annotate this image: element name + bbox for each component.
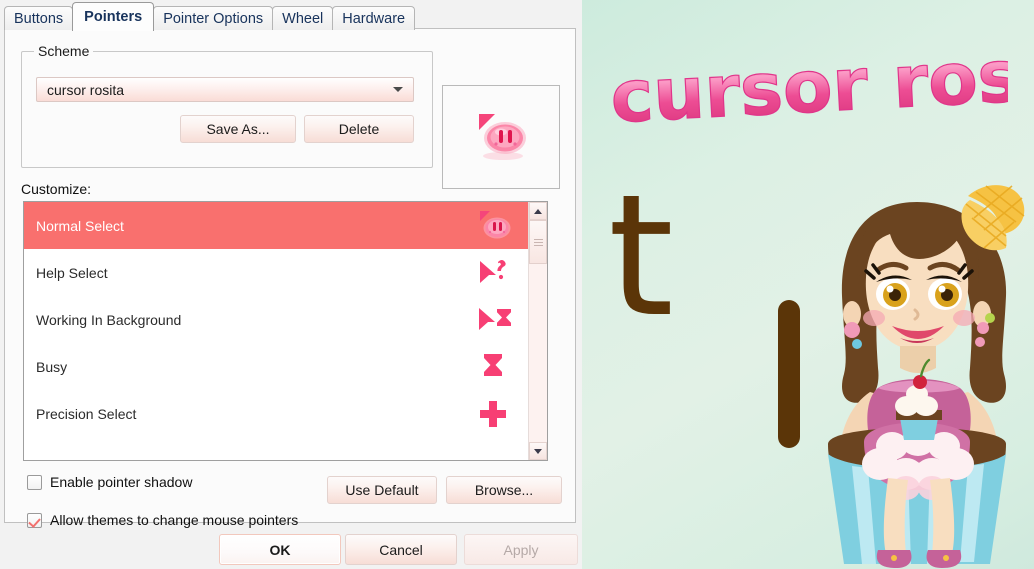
scheme-groupbox-legend: Scheme bbox=[34, 43, 94, 59]
arrow-question-cursor-icon bbox=[476, 256, 510, 290]
tab-strip: Buttons Pointers Pointer Options Wheel H… bbox=[4, 2, 416, 31]
dialog-button-bar: OK Cancel Apply bbox=[0, 532, 582, 569]
browse-label: Browse... bbox=[474, 482, 534, 498]
hourglass-cursor-icon bbox=[476, 350, 510, 384]
apply-button: Apply bbox=[464, 534, 578, 565]
pink-pig-cursor-icon bbox=[471, 108, 533, 171]
browse-button[interactable]: Browse... bbox=[446, 476, 562, 504]
tab-wheel-label: Wheel bbox=[282, 10, 324, 27]
ok-button[interactable]: OK bbox=[219, 534, 341, 565]
list-item[interactable]: Normal Select bbox=[24, 202, 528, 249]
apply-label: Apply bbox=[503, 541, 539, 558]
scheme-combobox-value: cursor rosita bbox=[47, 81, 125, 98]
use-default-label: Use Default bbox=[345, 482, 419, 498]
cursor-list[interactable]: Normal Select Help Select Working In Bac… bbox=[23, 201, 548, 461]
tab-pointers[interactable]: Pointers bbox=[72, 2, 155, 31]
cancel-label: Cancel bbox=[379, 541, 423, 558]
scrollbar-thumb[interactable] bbox=[529, 220, 547, 264]
cross-cursor-icon bbox=[476, 397, 510, 431]
cupcake-girl-illustration bbox=[800, 178, 1034, 569]
allow-themes-checkbox[interactable] bbox=[27, 512, 42, 528]
tab-hardware[interactable]: Hardware bbox=[332, 6, 416, 30]
scroll-up-button[interactable] bbox=[529, 202, 547, 220]
delete-label: Delete bbox=[338, 121, 380, 137]
tab-buttons[interactable]: Buttons bbox=[4, 6, 74, 30]
tab-pointer-options-label: Pointer Options bbox=[163, 10, 264, 27]
enable-pointer-shadow-label: Enable pointer shadow bbox=[50, 474, 193, 490]
tab-hardware-label: Hardware bbox=[342, 10, 406, 27]
save-as-button[interactable]: Save As... bbox=[180, 115, 296, 143]
scrollbar-grip-icon bbox=[533, 237, 543, 248]
screenshot-root: Buttons Pointers Pointer Options Wheel H… bbox=[0, 0, 1034, 569]
tab-pointer-options[interactable]: Pointer Options bbox=[153, 6, 274, 30]
pointers-tab-panel: Scheme cursor rosita Save As... Delete C… bbox=[4, 28, 576, 528]
pink-pig-cursor-icon bbox=[476, 209, 511, 243]
list-item[interactable]: Working In Background bbox=[24, 296, 528, 343]
list-item-label: Busy bbox=[36, 358, 68, 375]
cursor-list-scrollbar[interactable] bbox=[528, 202, 547, 460]
chevron-up-icon bbox=[534, 208, 542, 214]
scheme-groupbox: Scheme cursor rosita Save As... Delete bbox=[21, 43, 433, 168]
delete-button[interactable]: Delete bbox=[304, 115, 414, 143]
scheme-combobox[interactable]: cursor rosita bbox=[36, 77, 414, 102]
list-item-label: Normal Select bbox=[36, 217, 124, 234]
list-item-label: Help Select bbox=[36, 264, 108, 281]
enable-pointer-shadow-row[interactable]: Enable pointer shadow bbox=[27, 474, 192, 490]
enable-pointer-shadow-checkbox[interactable] bbox=[27, 474, 42, 490]
tab-wheel[interactable]: Wheel bbox=[272, 6, 334, 30]
brown-letter-t-glyph: t bbox=[608, 196, 674, 346]
tab-buttons-label: Buttons bbox=[14, 10, 64, 27]
list-item[interactable]: Precision Select bbox=[24, 390, 528, 437]
wallpaper-title-text: cursor rosita bbox=[608, 52, 1008, 139]
wallpaper-title: cursor rosita bbox=[608, 27, 1034, 144]
customize-label: Customize: bbox=[21, 181, 92, 197]
list-item[interactable]: Help Select bbox=[24, 249, 528, 296]
cursor-theme-wallpaper: cursor rosita t bbox=[582, 0, 1034, 569]
scrollbar-track[interactable] bbox=[529, 220, 547, 442]
allow-themes-row[interactable]: Allow themes to change mouse pointers bbox=[27, 512, 298, 528]
list-item-label: Working In Background bbox=[36, 311, 182, 328]
list-item[interactable]: Busy bbox=[24, 343, 528, 390]
chevron-down-icon[interactable] bbox=[393, 87, 403, 92]
allow-themes-label: Allow themes to change mouse pointers bbox=[50, 512, 299, 528]
use-default-button[interactable]: Use Default bbox=[327, 476, 437, 504]
chevron-down-icon bbox=[534, 448, 542, 454]
save-as-label: Save As... bbox=[206, 121, 270, 137]
tab-pointers-label: Pointers bbox=[84, 9, 143, 25]
brown-letter-t: t bbox=[598, 158, 748, 354]
scroll-down-button[interactable] bbox=[529, 442, 547, 460]
list-item-label: Precision Select bbox=[36, 405, 137, 422]
cursor-list-body: Normal Select Help Select Working In Bac… bbox=[24, 202, 528, 460]
arrow-hourglass-cursor-icon bbox=[476, 303, 511, 337]
cursor-preview-box bbox=[442, 85, 560, 189]
mouse-properties-dialog: Buttons Pointers Pointer Options Wheel H… bbox=[0, 0, 582, 569]
ok-label: OK bbox=[269, 541, 291, 558]
cancel-button[interactable]: Cancel bbox=[345, 534, 457, 565]
